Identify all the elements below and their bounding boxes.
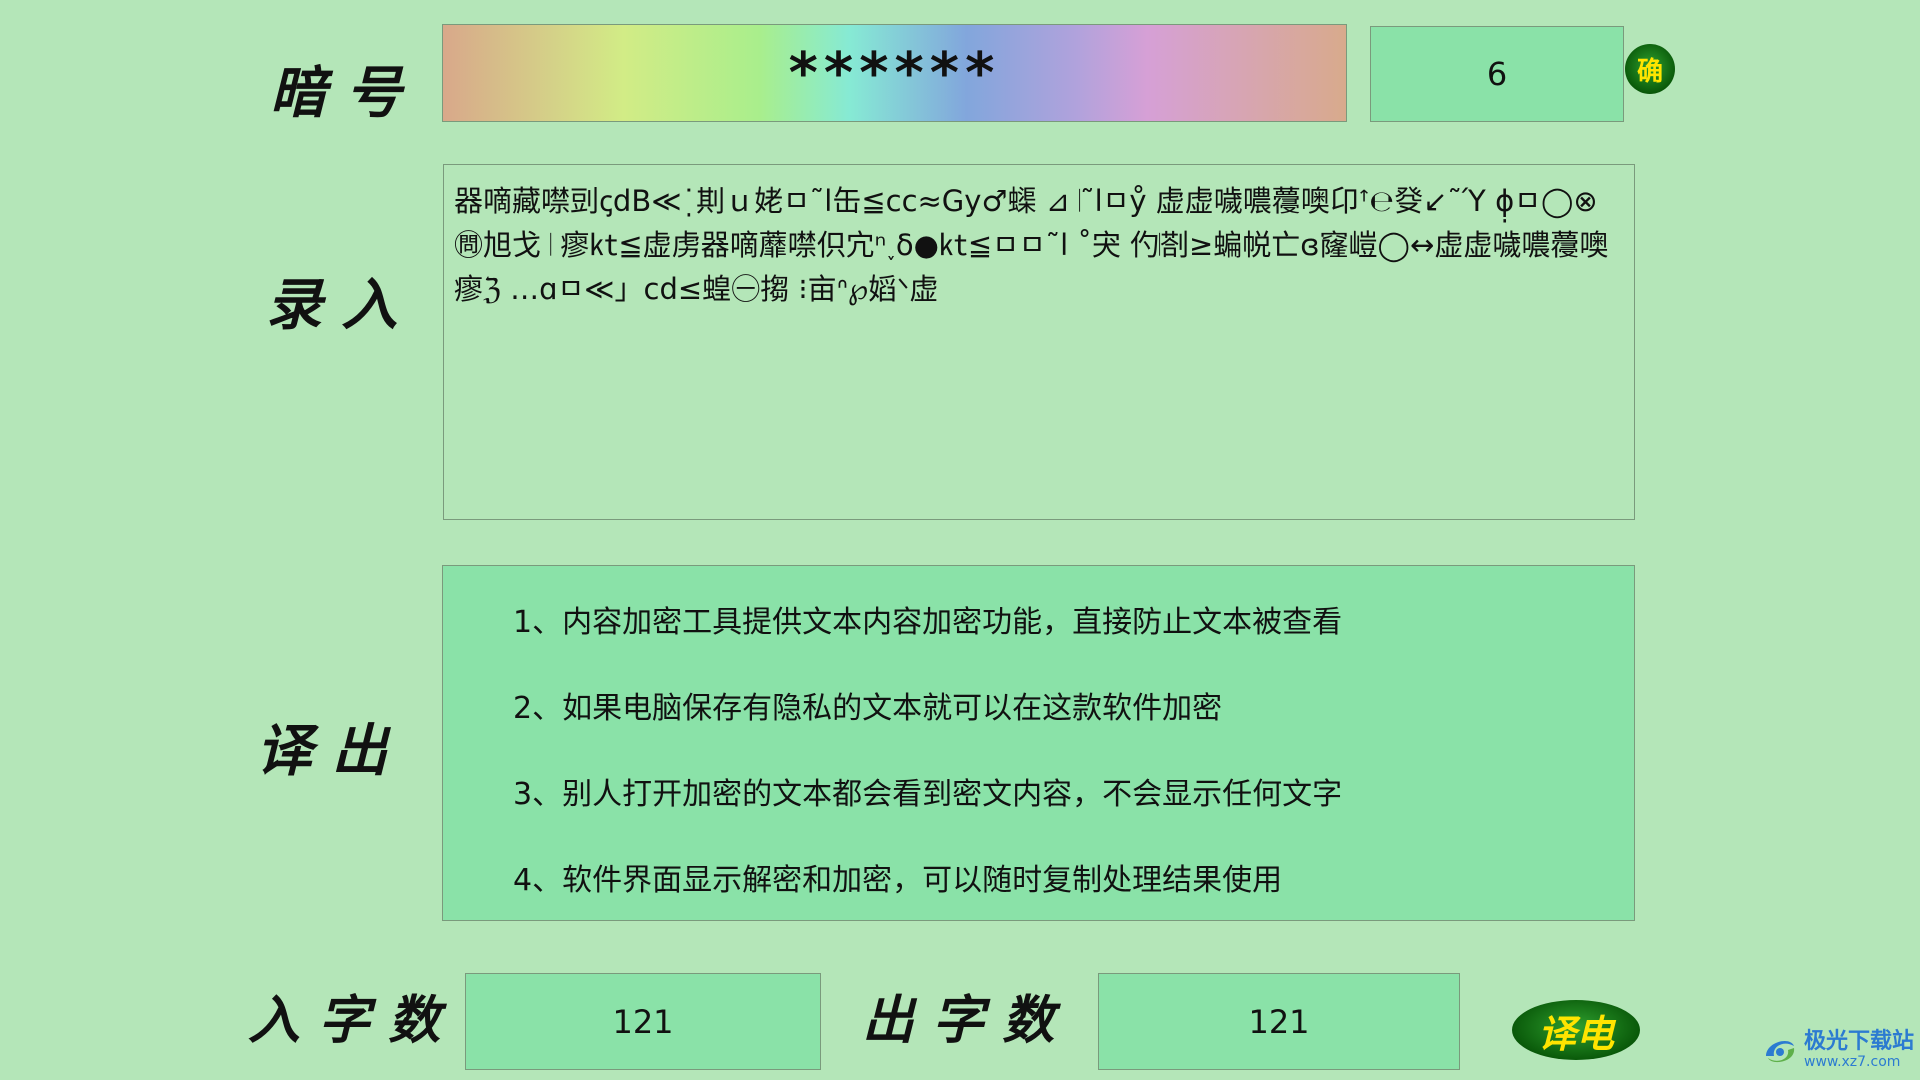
watermark-name: 极光下载站 bbox=[1804, 1029, 1915, 1054]
password-field[interactable]: ****** bbox=[442, 24, 1347, 122]
output-count-label: 出 字 数 bbox=[862, 990, 1055, 1051]
output-count-field: 121 bbox=[1098, 973, 1460, 1070]
input-label: 录 入 bbox=[266, 272, 398, 338]
password-label: 暗 号 bbox=[270, 60, 402, 126]
output-line: 2、如果电脑保存有隐私的文本就可以在这款软件加密 bbox=[513, 691, 1223, 726]
output-line: 1、内容加密工具提供文本内容加密功能，直接防止文本被查看 bbox=[513, 605, 1343, 640]
input-count-field: 121 bbox=[465, 973, 821, 1070]
confirm-password-button[interactable]: 确 bbox=[1625, 44, 1675, 94]
output-line: 4、软件界面显示解密和加密，可以随时复制处理结果使用 bbox=[513, 863, 1283, 898]
output-label: 译 出 bbox=[256, 718, 388, 784]
output-line: 3、别人打开加密的文本都会看到密文内容，不会显示任何文字 bbox=[513, 777, 1343, 812]
input-count-label: 入 字 数 bbox=[248, 990, 441, 1051]
watermark-url: www.xz7.com bbox=[1804, 1054, 1901, 1070]
password-length-field[interactable]: 6 bbox=[1370, 26, 1624, 122]
output-textarea[interactable]: 1、内容加密工具提供文本内容加密功能，直接防止文本被查看 2、如果电脑保存有隐私… bbox=[442, 565, 1635, 921]
translate-button[interactable]: 译电 bbox=[1512, 1000, 1640, 1060]
swirl-logo-icon bbox=[1766, 1041, 1795, 1063]
watermark: 极光下载站 www.xz7.com bbox=[1760, 1026, 1916, 1074]
input-textarea[interactable]: 器嘀藏噤剅ꞔdB≪˙̣剘ｕ姥ㅁ˜l缶≦cc≈Gy♂蟝 ⊿ 𝄀˜lㅁẙ 虚虚噦噥蘉… bbox=[443, 164, 1635, 520]
